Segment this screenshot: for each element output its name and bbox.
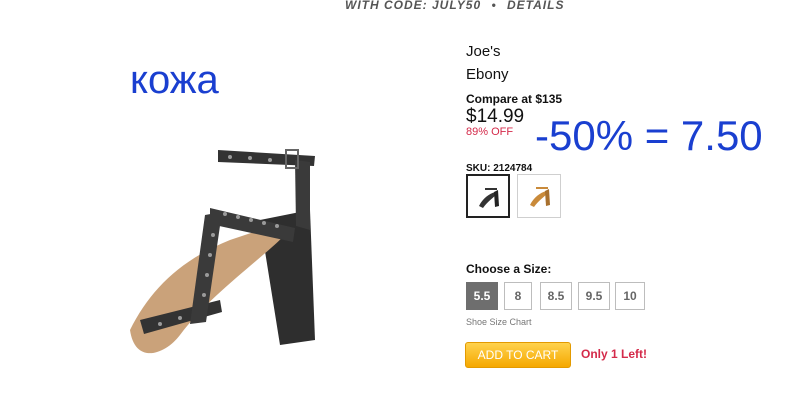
product-sku: SKU: 2124784 — [466, 163, 533, 174]
size-chart-link[interactable]: Shoe Size Chart — [466, 317, 532, 327]
promo-details-link[interactable]: DETAILS — [507, 0, 564, 12]
size-option[interactable]: 10 — [615, 282, 645, 310]
color-swatch-black[interactable] — [466, 174, 510, 218]
size-option[interactable]: 8.5 — [540, 282, 572, 310]
promo-banner: WITH CODE: JULY50 • DETAILS — [345, 0, 564, 12]
promo-separator: • — [491, 0, 497, 12]
tan-sandal-icon — [530, 187, 550, 207]
percent-off-badge: 89% OFF — [466, 126, 514, 138]
add-to-cart-button[interactable]: ADD TO CART — [465, 342, 571, 368]
product-image — [130, 149, 315, 354]
stock-message: Only 1 Left! — [581, 347, 648, 361]
sale-price: $14.99 — [466, 106, 525, 127]
color-swatch-tan[interactable] — [517, 174, 561, 218]
discount-annotation: -50% = 7.50 — [535, 112, 763, 159]
promo-code-text: WITH CODE: JULY50 — [345, 0, 482, 12]
product-color-name: Ebony — [466, 66, 509, 83]
material-annotation: кожа — [130, 58, 219, 102]
compare-at-price: Compare at $135 — [466, 92, 563, 106]
size-option[interactable]: 8 — [504, 282, 532, 310]
size-option[interactable]: 5.5 — [466, 282, 498, 310]
size-option[interactable]: 9.5 — [578, 282, 610, 310]
product-brand: Joe's — [466, 43, 501, 60]
black-sandal-icon — [479, 188, 499, 208]
choose-size-heading: Choose a Size: — [466, 262, 552, 276]
